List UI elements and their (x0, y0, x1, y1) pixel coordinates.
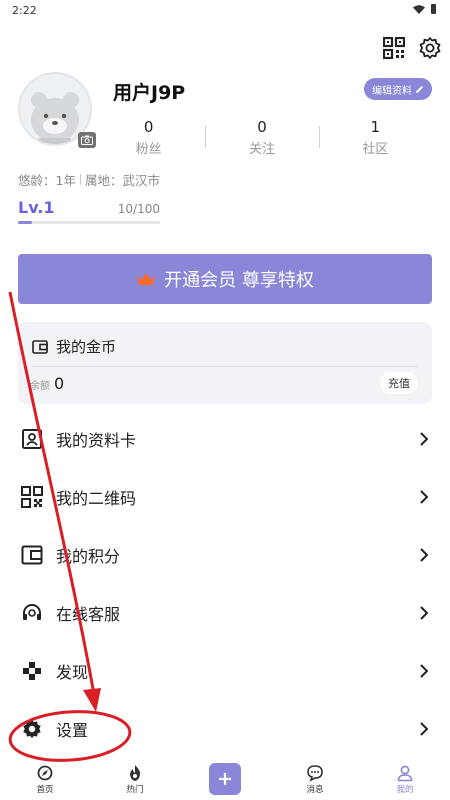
menu-item-label: 我的二维码 (56, 489, 137, 508)
scan-qr-button[interactable] (380, 34, 408, 62)
level-progress-bar (18, 221, 160, 224)
pencil-icon (416, 85, 423, 93)
nav-me[interactable]: 我的 (360, 758, 450, 800)
status-icons (413, 4, 436, 14)
wifi-icon (413, 4, 425, 14)
stat-value: 0 (143, 118, 154, 136)
bear-avatar-icon (31, 92, 79, 144)
nav-home[interactable]: 首页 (0, 758, 90, 800)
nav-messages[interactable]: 消息 (270, 758, 360, 800)
battery-icon (431, 4, 436, 14)
menu-item-label: 在线客服 (56, 605, 121, 624)
home-icon (37, 765, 53, 781)
user-icon (397, 765, 413, 782)
message-icon (307, 765, 323, 782)
nav-label: 首页 (36, 785, 54, 795)
menu-item-label: 我的积分 (56, 547, 121, 566)
menu-item-label: 发现 (56, 663, 89, 682)
top-actions (380, 34, 444, 62)
chevron-right-icon (420, 548, 429, 562)
stat-label: 社区 (362, 142, 389, 157)
level-exp: 10/100 (117, 202, 160, 216)
nav-publish[interactable] (180, 758, 270, 800)
level-section[interactable]: Lv.1 10/100 (18, 198, 160, 224)
stat-label: 粉丝 (135, 142, 162, 157)
coin-card[interactable]: 我的金币 余额 0 充值 (18, 322, 432, 404)
coin-balance-value: 0 (54, 374, 65, 393)
menu-list: 我的资料卡 我的二维码 我的积分 在线客服 发现 设置 (0, 410, 450, 758)
username: 用户J9P (113, 82, 186, 104)
menu-item-customer-service[interactable]: 在线客服 (0, 584, 450, 642)
gamepad-icon (20, 659, 44, 683)
level-name: Lv.1 (18, 198, 55, 217)
vip-banner-button[interactable]: 开通会员 尊享特权 (18, 254, 432, 304)
gear-icon (20, 717, 44, 741)
chevron-right-icon (420, 606, 429, 620)
menu-item-qr-code[interactable]: 我的二维码 (0, 468, 450, 526)
profile-card-icon (20, 427, 44, 451)
chevron-right-icon (420, 664, 429, 678)
menu-item-label: 我的资料卡 (56, 431, 137, 450)
location: 属地：武汉市 (84, 173, 160, 188)
fire-icon (130, 765, 141, 781)
stat-fans[interactable]: 0 粉丝 (92, 118, 205, 162)
wallet-icon (20, 543, 44, 567)
coin-divider (32, 366, 418, 367)
chevron-right-icon (420, 432, 429, 446)
menu-item-profile-card[interactable]: 我的资料卡 (0, 410, 450, 468)
account-age: 悠龄：1年 (18, 173, 76, 188)
profile-meta: 悠龄：1年 属地：武汉市 (18, 170, 160, 189)
nav-label: 我的 (396, 785, 414, 795)
plus-icon (209, 763, 241, 795)
level-progress-fill (18, 221, 33, 224)
menu-item-label: 设置 (56, 721, 89, 740)
settings-button[interactable] (416, 34, 444, 62)
chevron-right-icon (420, 490, 429, 504)
coin-title: 我的金币 (32, 336, 116, 357)
wallet-icon (32, 339, 48, 354)
coin-balance: 余额 0 (30, 374, 64, 393)
bottom-nav: 首页 热门 消息 我的 (0, 758, 450, 800)
menu-item-settings[interactable]: 设置 (0, 700, 450, 758)
stat-value: 0 (257, 118, 267, 136)
stat-value: 1 (370, 118, 381, 136)
nav-hot[interactable]: 热门 (90, 758, 180, 800)
menu-item-points[interactable]: 我的积分 (0, 526, 450, 584)
avatar-container[interactable] (18, 72, 96, 148)
nav-label: 热门 (126, 785, 144, 795)
edit-profile-label: 编辑资料 (372, 85, 412, 97)
coin-balance-label: 余额 (30, 381, 50, 392)
profile-stats: 0 粉丝 0 关注 1 社区 (92, 118, 432, 162)
edit-profile-button[interactable]: 编辑资料 (364, 78, 432, 100)
nav-label: 消息 (306, 785, 324, 795)
gear-icon (419, 37, 441, 59)
vip-banner-label: 开通会员 尊享特权 (164, 270, 314, 291)
stat-following[interactable]: 0 关注 (205, 118, 318, 162)
recharge-button[interactable]: 充值 (380, 372, 418, 394)
meta-divider (79, 174, 81, 185)
qr-scan-icon (383, 37, 405, 59)
coin-title-label: 我的金币 (56, 338, 117, 356)
stat-label: 关注 (248, 142, 275, 157)
crown-icon (137, 273, 156, 285)
qr-code-icon (20, 485, 44, 509)
headset-icon (20, 601, 44, 625)
chevron-right-icon (420, 722, 429, 736)
status-bar: 2:22 (0, 0, 450, 22)
stat-community[interactable]: 1 社区 (318, 118, 432, 162)
menu-item-discover[interactable]: 发现 (0, 642, 450, 700)
status-time: 2:22 (12, 4, 37, 17)
